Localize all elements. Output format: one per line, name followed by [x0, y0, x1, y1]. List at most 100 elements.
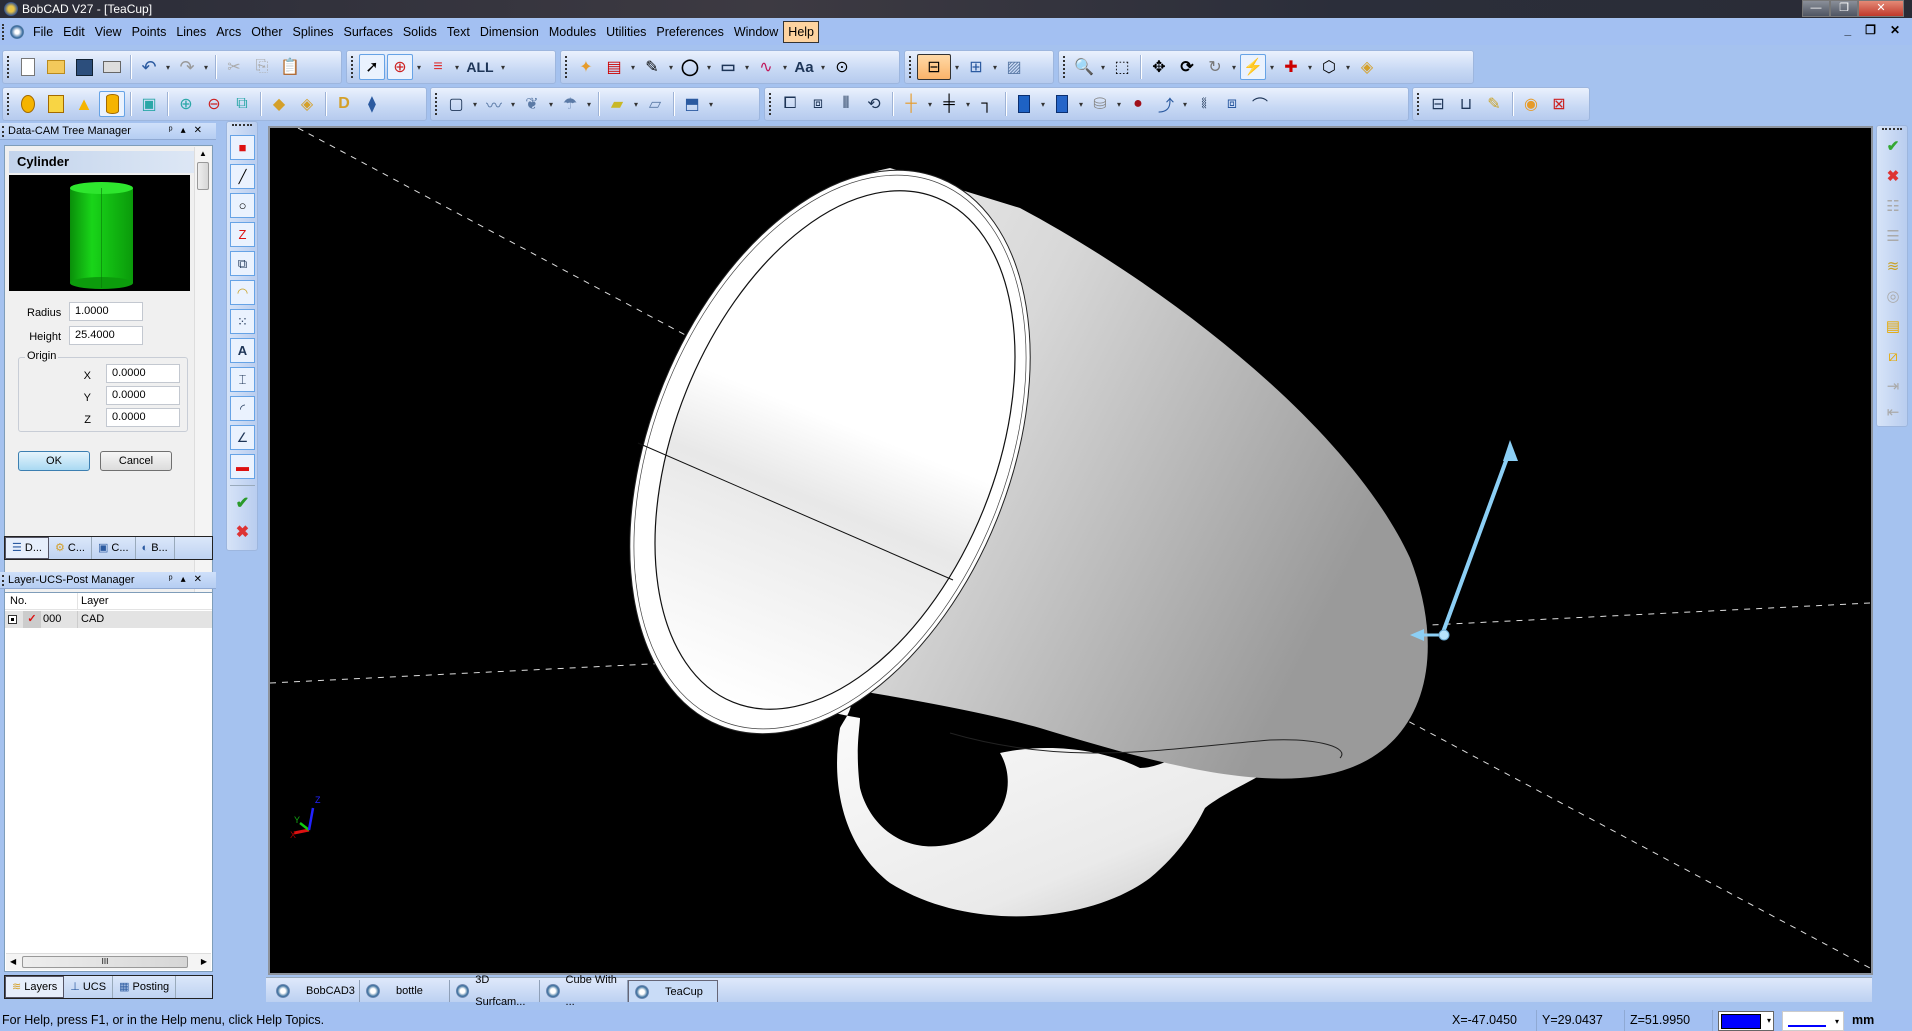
- mdi-close-button[interactable]: ✕: [1890, 23, 1900, 37]
- tab-ucs[interactable]: ⊥ UCS: [64, 976, 114, 998]
- collapse-icon[interactable]: ▴: [181, 574, 194, 585]
- layer-horizontal-scrollbar[interactable]: ◀ III ▶: [6, 953, 211, 970]
- window-close-button[interactable]: ✕: [1858, 0, 1904, 17]
- toolbar-grip[interactable]: [232, 124, 252, 126]
- toolbar-grip[interactable]: [1417, 93, 1420, 115]
- cancel-selection-button[interactable]: ✖: [230, 519, 255, 544]
- radius-input[interactable]: 1.0000: [69, 302, 143, 321]
- teacup-model[interactable]: X Y Z: [270, 128, 1871, 973]
- extend-dashed-button[interactable]: ⇤: [1881, 400, 1905, 424]
- col-layer[interactable]: Layer: [81, 593, 109, 610]
- text-tool-dropdown[interactable]: ▾: [819, 63, 827, 72]
- select-by-color-button[interactable]: ≡: [425, 54, 451, 80]
- origin-x-input[interactable]: 0.0000: [106, 364, 180, 383]
- ucs-dropdown[interactable]: ▾: [1306, 63, 1314, 72]
- select-arc-button[interactable]: ◜: [230, 396, 255, 421]
- boolean-add-button[interactable]: ⊕: [173, 91, 199, 117]
- offset-solid-button[interactable]: ◈: [294, 91, 320, 117]
- doc-tab-3d-surfcam[interactable]: 3D Surfcam...: [450, 974, 540, 1008]
- snap-points-button[interactable]: ✦: [573, 54, 599, 80]
- pin-icon[interactable]: ᵖ: [169, 574, 181, 585]
- trim-dropdown[interactable]: ▾: [926, 100, 934, 109]
- menu-solids[interactable]: Solids: [398, 22, 442, 42]
- menu-grip[interactable]: [2, 24, 6, 40]
- paint-solid-dropdown[interactable]: ▾: [1115, 100, 1123, 109]
- edit-entity-dropdown[interactable]: ▾: [667, 63, 675, 72]
- toolbar-grip[interactable]: [7, 93, 10, 115]
- toolbar-grip[interactable]: [351, 56, 354, 78]
- paint-solid-button[interactable]: ⛁: [1087, 91, 1113, 117]
- window-minimize-button[interactable]: —: [1802, 0, 1830, 17]
- select-chain-button[interactable]: Z: [230, 222, 255, 247]
- menu-view[interactable]: View: [90, 22, 127, 42]
- orbit-button[interactable]: ↻: [1202, 54, 1228, 80]
- line-style-dropdown-icon[interactable]: ▾: [1835, 1017, 1839, 1026]
- doc-tab-bobcad3[interactable]: BobCAD3: [270, 980, 360, 1002]
- menu-other[interactable]: Other: [246, 22, 287, 42]
- origin-y-input[interactable]: 0.0000: [106, 386, 180, 405]
- toolbar-grip[interactable]: [7, 56, 10, 78]
- tree-vscroll-thumb[interactable]: [197, 162, 209, 190]
- boolean-subtract-button[interactable]: ⊖: [201, 91, 227, 117]
- list-lines-button[interactable]: ☰: [1881, 224, 1905, 248]
- menu-file[interactable]: File: [28, 22, 58, 42]
- select-angle-button[interactable]: ∠: [230, 425, 255, 450]
- select-surface-button[interactable]: ◠: [230, 280, 255, 305]
- slice-button[interactable]: ⧫: [359, 91, 385, 117]
- text-tool-button[interactable]: Aa: [791, 54, 817, 80]
- cut-button[interactable]: ✂: [221, 54, 247, 80]
- snap-tool-button[interactable]: ⚡: [1240, 54, 1266, 80]
- edit-group-button[interactable]: ✎: [1481, 91, 1507, 117]
- vector-button[interactable]: ⤴: [1153, 91, 1179, 117]
- project-surface-button[interactable]: ⬒: [679, 91, 705, 117]
- transform-gizmo[interactable]: [1410, 440, 1518, 641]
- dimension-linear-button[interactable]: ⊟: [917, 54, 951, 80]
- dimension-stack-dropdown[interactable]: ▾: [991, 63, 999, 72]
- grid-lines-button[interactable]: ☷: [1881, 194, 1905, 218]
- view-cube-dropdown[interactable]: ▾: [1344, 63, 1352, 72]
- trim-button[interactable]: ┼: [898, 91, 924, 117]
- drop-button[interactable]: ●: [1125, 91, 1151, 117]
- layer-hscroll-thumb[interactable]: III: [22, 956, 188, 968]
- scroll-left-icon[interactable]: ◀: [10, 957, 16, 966]
- mdi-minimize-button[interactable]: _: [1844, 23, 1851, 37]
- extrude-dropdown[interactable]: ▾: [471, 100, 479, 109]
- cone-button[interactable]: ▲: [71, 91, 97, 117]
- align-3-button[interactable]: ⫴: [833, 91, 859, 117]
- loft-dropdown[interactable]: ▾: [585, 100, 593, 109]
- color-dropdown-icon[interactable]: ▾: [1767, 1016, 1771, 1025]
- toolbar-grip[interactable]: [909, 56, 912, 78]
- rectangle-tool-dropdown[interactable]: ▾: [743, 63, 751, 72]
- align-1-button[interactable]: ⧠: [777, 91, 803, 117]
- corner-button[interactable]: ┐: [974, 91, 1000, 117]
- toolbar-grip[interactable]: [565, 56, 568, 78]
- tab-cam[interactable]: ⚙ C...: [49, 537, 92, 559]
- dimension-linear-dropdown[interactable]: ▾: [953, 63, 961, 72]
- deselect-button[interactable]: ▬: [230, 454, 255, 479]
- mirror-solid-button[interactable]: ⧛: [1191, 91, 1217, 117]
- accept-button[interactable]: ✔: [1881, 134, 1905, 158]
- edit-entity-button[interactable]: ✎: [639, 54, 665, 80]
- extend-button[interactable]: ╪: [936, 91, 962, 117]
- plane-surface-button[interactable]: ▱: [642, 91, 668, 117]
- layer-delete-button[interactable]: ▤: [601, 54, 627, 80]
- vector-dropdown[interactable]: ▾: [1181, 100, 1189, 109]
- scroll-right-icon[interactable]: ▶: [201, 957, 207, 966]
- toolbar-grip[interactable]: [769, 93, 772, 115]
- select-all-dropdown[interactable]: ▾: [499, 63, 507, 72]
- menu-splines[interactable]: Splines: [287, 22, 338, 42]
- zoom-button[interactable]: 🔍: [1071, 54, 1097, 80]
- collapse-icon[interactable]: ▴: [181, 125, 194, 136]
- sweep-dropdown[interactable]: ▾: [547, 100, 555, 109]
- align-2-button[interactable]: ⧈: [805, 91, 831, 117]
- spline-tool-dropdown[interactable]: ▾: [781, 63, 789, 72]
- solid-blue-2-dropdown[interactable]: ▾: [1077, 100, 1085, 109]
- layer-delete-dropdown[interactable]: ▾: [629, 63, 637, 72]
- menu-modules[interactable]: Modules: [544, 22, 601, 42]
- snap-tool-dropdown[interactable]: ▾: [1268, 63, 1276, 72]
- select-point-button[interactable]: ■: [230, 135, 255, 160]
- redo-dropdown[interactable]: ▾: [202, 63, 210, 72]
- array-button[interactable]: ⧈: [1219, 91, 1245, 117]
- window-restore-button[interactable]: ❐: [1830, 0, 1858, 17]
- view-cube-button[interactable]: ⬡: [1316, 54, 1342, 80]
